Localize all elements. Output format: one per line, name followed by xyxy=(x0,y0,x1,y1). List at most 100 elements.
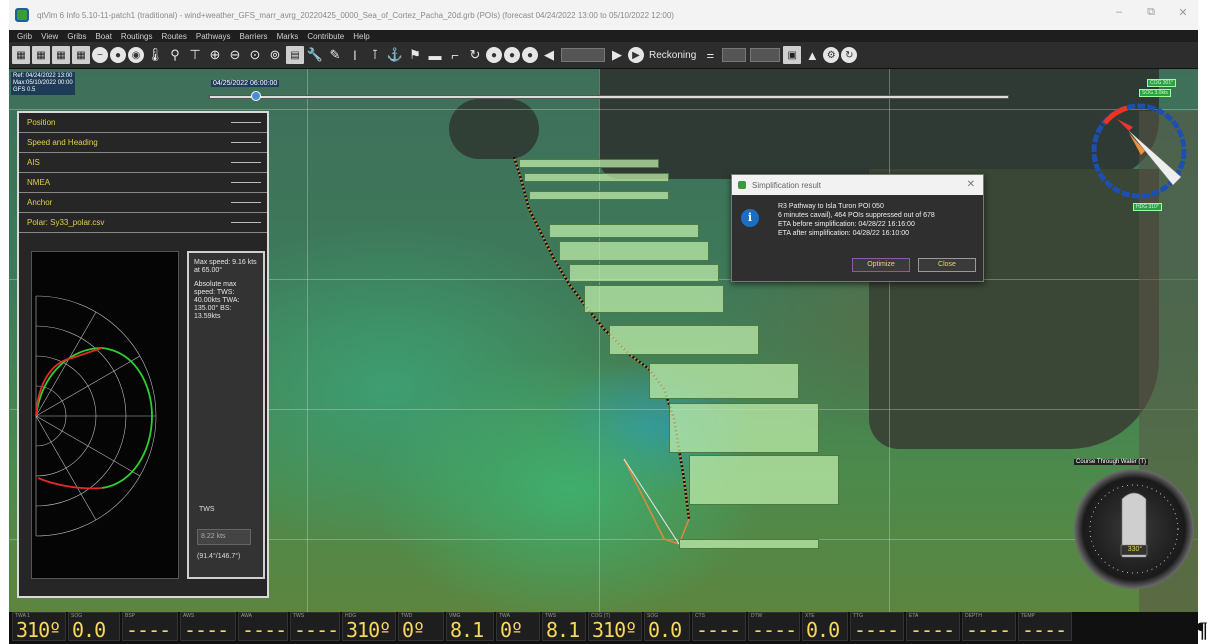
instrument-cell[interactable]: TTG ---- xyxy=(850,612,904,641)
instrument-cell[interactable]: DTW ---- xyxy=(748,612,800,641)
line-icon[interactable]: ⌐ xyxy=(446,46,464,64)
instrument-cell[interactable]: TWS 8.1 xyxy=(542,612,586,641)
menu-contribute[interactable]: Contribute xyxy=(307,32,344,41)
menu-marks[interactable]: Marks xyxy=(277,32,299,41)
menu-routings[interactable]: Routings xyxy=(121,32,153,41)
bulb-icon[interactable]: ⚲ xyxy=(166,46,184,64)
wrench-icon[interactable]: 🔧 xyxy=(306,46,324,64)
poi-label[interactable] xyxy=(584,285,724,313)
step-field[interactable] xyxy=(722,48,747,62)
play-circle-icon[interactable]: ● xyxy=(486,47,502,63)
reckoning-icon[interactable]: ▶ xyxy=(628,47,644,63)
reckoning-label[interactable]: Reckoning xyxy=(649,50,696,61)
dock-nmea[interactable]: NMEA xyxy=(19,173,267,193)
poi-label[interactable] xyxy=(669,403,819,453)
zoom-fit-icon[interactable]: ⊙ xyxy=(246,46,264,64)
menu-pathways[interactable]: Pathways xyxy=(196,32,231,41)
ruler-icon[interactable]: ǀ xyxy=(346,46,364,64)
target-icon[interactable]: ◉ xyxy=(128,47,144,63)
grib-info-icon[interactable]: ▦ xyxy=(52,46,70,64)
instrument-cell[interactable]: TEMP ---- xyxy=(1018,612,1072,641)
dialog-close-icon[interactable]: ✕ xyxy=(967,179,975,190)
record-icon[interactable]: ● xyxy=(110,47,126,63)
instrument-cell[interactable]: SOG 0.0 xyxy=(644,612,690,641)
stop-circle-icon[interactable]: ● xyxy=(522,47,538,63)
instrument-cell[interactable]: VMG 8.1 xyxy=(446,612,494,641)
instrument-cell[interactable]: TWS ---- xyxy=(290,612,340,641)
dock-speed-heading[interactable]: Speed and Heading xyxy=(19,133,267,153)
polar-diagram[interactable] xyxy=(31,251,179,579)
route-icon[interactable]: ▬ xyxy=(426,46,444,64)
poi-label[interactable] xyxy=(679,539,819,549)
menu-boat[interactable]: Boat xyxy=(95,32,111,41)
poi-label[interactable] xyxy=(519,159,659,168)
date-field[interactable] xyxy=(561,48,605,62)
dock-ais[interactable]: AIS xyxy=(19,153,267,173)
menu-routes[interactable]: Routes xyxy=(162,32,187,41)
poi-label[interactable] xyxy=(529,191,669,200)
instrument-cell[interactable]: CTS ---- xyxy=(692,612,746,641)
instrument-cell[interactable]: DEPTH ---- xyxy=(962,612,1016,641)
zoom-selection-icon[interactable]: ⊚ xyxy=(266,46,284,64)
grib-download-icon[interactable]: ▦ xyxy=(32,46,50,64)
pencil-icon[interactable]: ✎ xyxy=(326,46,344,64)
warning-icon[interactable]: ▲ xyxy=(803,46,821,64)
instrument-cell[interactable]: XTE 0.0 xyxy=(802,612,848,641)
instrument-cell[interactable]: SOG 0.0 xyxy=(68,612,120,641)
equal-icon[interactable]: = xyxy=(701,46,719,64)
dock-position[interactable]: Position xyxy=(19,113,267,133)
instrument-cell[interactable]: HDG 310º xyxy=(342,612,396,641)
poi-label[interactable] xyxy=(549,224,699,238)
grib-icon[interactable]: ▦ xyxy=(12,46,30,64)
poi-label[interactable] xyxy=(689,455,839,505)
dock-anchor[interactable]: Anchor xyxy=(19,193,267,213)
optimize-button[interactable]: Optimize xyxy=(852,258,910,272)
boat-icon[interactable]: ⚓ xyxy=(386,46,404,64)
instrument-cell[interactable]: TWA 0º xyxy=(496,612,540,641)
tws-input[interactable]: 8.22 kts xyxy=(197,529,251,545)
menu-grib[interactable]: Grib xyxy=(17,32,32,41)
poi-label[interactable] xyxy=(609,325,759,355)
thermometer-icon[interactable]: 🌡 xyxy=(146,46,164,64)
pause-circle-icon[interactable]: ● xyxy=(504,47,520,63)
barrier-icon[interactable]: ⊺ xyxy=(366,46,384,64)
chart-map[interactable]: Ref: 04/24/2022 13:00 Max:05/10/2022 00:… xyxy=(9,69,1198,612)
instrument-cell[interactable]: BSP ---- xyxy=(122,612,178,641)
time-slider[interactable]: 04/25/2022 06:00:00 xyxy=(209,80,1009,101)
settings-icon[interactable]: ⚙ xyxy=(823,47,840,63)
antenna-icon[interactable]: ⊤ xyxy=(186,46,204,64)
instrument-cell[interactable]: AWS ---- xyxy=(180,612,236,641)
instrument-cell[interactable]: TWA 1 310º xyxy=(12,612,66,641)
course-gauge[interactable]: 330° xyxy=(1074,469,1194,589)
sync-icon[interactable]: ↻ xyxy=(841,47,858,63)
close-dialog-button[interactable]: Close xyxy=(918,258,976,272)
instrument-cell[interactable]: ETA ---- xyxy=(906,612,960,641)
refresh-icon[interactable]: ↻ xyxy=(466,46,484,64)
poi-icon[interactable]: ⚑ xyxy=(406,46,424,64)
slider-track[interactable] xyxy=(209,95,1009,99)
minimize-button[interactable]: – xyxy=(1105,6,1133,18)
poi-label[interactable] xyxy=(524,173,669,182)
zoom-in-icon[interactable]: ⊕ xyxy=(206,46,224,64)
close-button[interactable]: ✕ xyxy=(1169,6,1197,19)
menu-barriers[interactable]: Barriers xyxy=(240,32,268,41)
minus-circle-icon[interactable]: − xyxy=(92,47,108,63)
menu-view[interactable]: View xyxy=(41,32,58,41)
instrument-cell[interactable]: TWD 0º xyxy=(398,612,444,641)
map-icon[interactable]: ▤ xyxy=(286,46,304,64)
compass-widget[interactable]: COG 301° SOG 3.0kts HDG 310° xyxy=(1089,79,1189,211)
next-icon[interactable]: ▶ xyxy=(608,46,626,64)
poi-label[interactable] xyxy=(649,363,799,399)
maximize-button[interactable]: ⧉ xyxy=(1137,6,1165,19)
menu-gribs[interactable]: Gribs xyxy=(67,32,86,41)
zoom-out-icon[interactable]: ⊖ xyxy=(226,46,244,64)
menu-help[interactable]: Help xyxy=(353,32,369,41)
zoom-field[interactable] xyxy=(750,48,781,62)
poi-label[interactable] xyxy=(569,264,719,282)
save-icon[interactable]: ▣ xyxy=(783,46,802,64)
slider-handle[interactable] xyxy=(251,91,261,101)
previous-icon[interactable]: ◀ xyxy=(540,46,558,64)
dock-polar[interactable]: Polar: Sy33_polar.csv xyxy=(19,213,267,233)
instrument-cell[interactable]: AWA ---- xyxy=(238,612,288,641)
grib-close-icon[interactable]: ▦ xyxy=(72,46,90,64)
